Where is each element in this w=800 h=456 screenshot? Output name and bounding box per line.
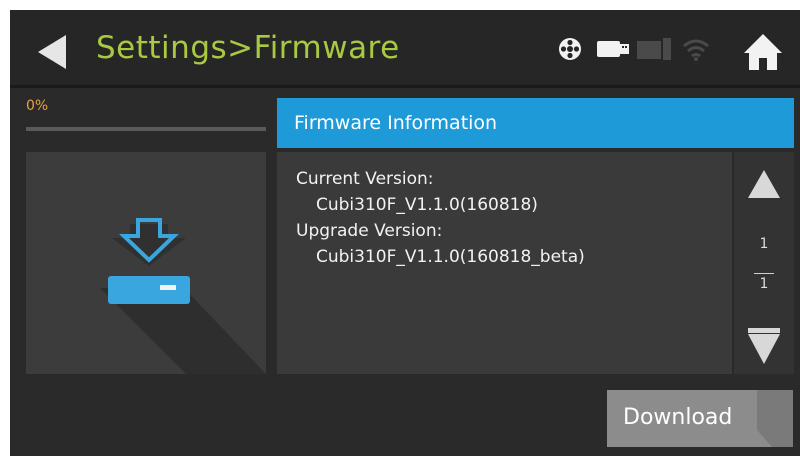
download-icon-panel xyxy=(26,152,266,374)
header-bar: Settings>Firmware xyxy=(10,10,800,88)
progress-bar xyxy=(26,127,266,131)
wifi-icon xyxy=(683,39,709,61)
current-version-label: Current Version: xyxy=(296,169,434,189)
current-version-value: Cubi310F_V1.1.0(160818) xyxy=(316,195,538,215)
triangle-down-icon xyxy=(748,328,780,364)
home-button[interactable] xyxy=(743,32,783,72)
triangle-up-icon xyxy=(748,170,780,198)
page-current: 1 xyxy=(759,236,769,252)
upgrade-version-label: Upgrade Version: xyxy=(296,221,443,241)
filament-spool-icon xyxy=(559,38,581,60)
back-arrow-icon xyxy=(38,35,66,69)
firmware-download-icon xyxy=(100,218,266,374)
usb-drive-icon xyxy=(597,41,629,57)
scroll-down-button[interactable] xyxy=(734,320,794,370)
page-title: Settings>Firmware xyxy=(96,30,400,66)
firmware-info-body: Current Version: Cubi310F_V1.1.0(160818)… xyxy=(277,152,732,374)
page-divider xyxy=(754,273,774,274)
firmware-info-header: Firmware Information xyxy=(277,98,794,148)
back-button[interactable] xyxy=(32,32,72,72)
scroll-column: 1 1 xyxy=(734,152,794,374)
progress-label: 0% xyxy=(26,98,49,114)
download-label: Download xyxy=(623,405,733,430)
sd-card-icon xyxy=(637,38,671,60)
firmware-screen: Settings>Firmware 0% Firmware Informatio… xyxy=(10,10,800,456)
scroll-up-button[interactable] xyxy=(734,158,794,208)
page-total: 1 xyxy=(759,276,769,292)
firmware-info-title: Firmware Information xyxy=(294,112,498,134)
download-button[interactable]: Download xyxy=(607,390,793,447)
home-icon xyxy=(744,34,782,70)
upgrade-version-value: Cubi310F_V1.1.0(160818_beta) xyxy=(316,247,585,267)
